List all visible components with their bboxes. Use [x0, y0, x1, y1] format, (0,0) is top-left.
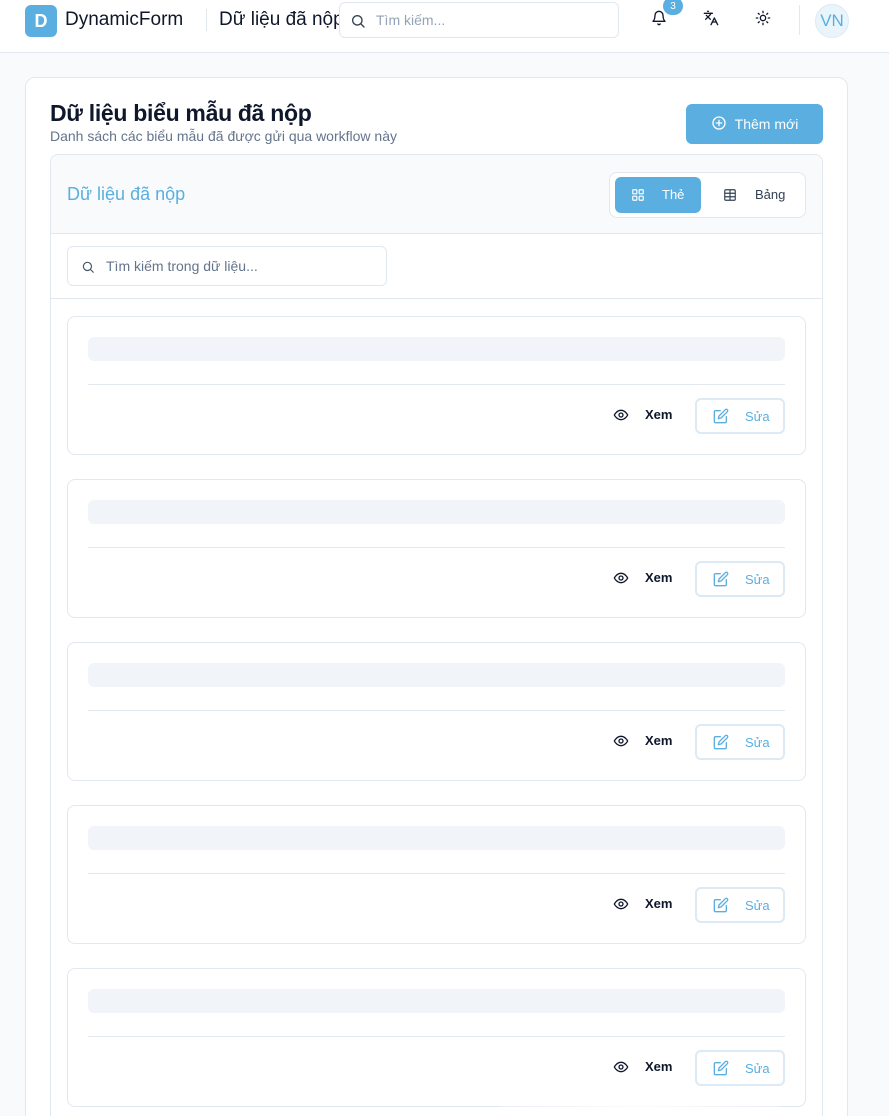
bell-icon	[651, 10, 667, 31]
submission-card: Xem Sửa	[67, 479, 806, 618]
view-button[interactable]: Xem	[603, 398, 683, 432]
edit-icon	[713, 1060, 729, 1079]
view-label: Xem	[645, 570, 673, 585]
edit-button[interactable]: Sửa	[695, 887, 785, 923]
view-label: Xem	[645, 896, 673, 911]
theme-toggle-button[interactable]	[746, 3, 780, 37]
edit-icon	[713, 408, 729, 427]
edit-button[interactable]: Sửa	[695, 561, 785, 597]
page-heading: Dữ liệu đã nộp	[219, 9, 344, 30]
search-row	[51, 234, 822, 299]
search-icon	[350, 13, 366, 34]
edit-label: Sửa	[745, 735, 770, 750]
view-label: Xem	[645, 407, 673, 422]
table-icon	[723, 188, 737, 205]
skeleton-line	[88, 989, 785, 1013]
card-divider	[88, 1036, 785, 1037]
submissions-panel: Dữ liệu đã nộp Thẻ Bảng Tìm kiếm trong d…	[50, 154, 823, 1116]
view-button[interactable]: Xem	[603, 724, 683, 758]
edit-label: Sửa	[745, 572, 770, 587]
grid-icon	[631, 188, 645, 205]
edit-label: Sửa	[745, 409, 770, 424]
skeleton-line	[88, 337, 785, 361]
edit-icon	[713, 734, 729, 753]
eye-icon	[613, 733, 629, 752]
edit-button[interactable]: Sửa	[695, 1050, 785, 1086]
edit-label: Sửa	[745, 898, 770, 913]
card-view-button[interactable]: Thẻ	[615, 177, 701, 213]
global-search-input[interactable]	[376, 3, 612, 37]
submission-card: Xem Sửa	[67, 642, 806, 781]
notification-badge: 3	[663, 0, 683, 15]
avatar[interactable]: VN	[815, 4, 849, 38]
skeleton-line	[88, 500, 785, 524]
eye-icon	[613, 896, 629, 915]
top-bar: D DynamicForm Dữ liệu đã nộp 3 VN	[0, 0, 889, 53]
submission-card: Xem Sửa	[67, 968, 806, 1107]
data-search[interactable]	[67, 246, 387, 286]
page-subtitle: Danh sách các biểu mẫu đã được gửi qua w…	[50, 128, 397, 144]
view-toggle: Thẻ Bảng	[609, 172, 806, 218]
panel-title: Dữ liệu đã nộp	[67, 184, 186, 204]
view-button[interactable]: Xem	[603, 1050, 683, 1084]
table-view-button[interactable]: Bảng	[705, 177, 801, 213]
card-divider	[88, 384, 785, 385]
edit-icon	[713, 897, 729, 916]
translate-icon	[703, 10, 719, 31]
eye-icon	[613, 407, 629, 426]
search-icon	[81, 260, 95, 279]
logo[interactable]: D	[25, 5, 57, 37]
view-button[interactable]: Xem	[603, 561, 683, 595]
card-divider	[88, 873, 785, 874]
skeleton-line	[88, 826, 785, 850]
global-search[interactable]	[339, 2, 619, 38]
sun-icon	[755, 10, 771, 31]
edit-button[interactable]: Sửa	[695, 724, 785, 760]
eye-icon	[613, 570, 629, 589]
edit-icon	[713, 571, 729, 590]
divider	[206, 9, 207, 31]
page-title: Dữ liệu biểu mẫu đã nộp	[50, 100, 312, 126]
submission-card: Xem Sửa	[67, 316, 806, 455]
view-button[interactable]: Xem	[603, 887, 683, 921]
edit-button[interactable]: Sửa	[695, 398, 785, 434]
plus-circle-icon	[711, 115, 727, 134]
panel-header: Dữ liệu đã nộp Thẻ Bảng	[51, 155, 822, 234]
edit-label: Sửa	[745, 1061, 770, 1076]
add-new-label: Thêm mới	[734, 116, 799, 132]
card-view-label: Thẻ	[662, 187, 685, 202]
add-new-button[interactable]: Thêm mới	[686, 104, 823, 144]
view-label: Xem	[645, 1059, 673, 1074]
data-search-input[interactable]	[106, 247, 380, 285]
logo-letter: D	[34, 10, 48, 31]
view-label: Xem	[645, 733, 673, 748]
divider	[799, 5, 800, 35]
table-view-label: Bảng	[755, 187, 786, 202]
language-button[interactable]	[694, 3, 728, 37]
eye-icon	[613, 1059, 629, 1078]
skeleton-line	[88, 663, 785, 687]
brand-name[interactable]: DynamicForm	[65, 9, 183, 31]
card-divider	[88, 710, 785, 711]
submission-card: Xem Sửa	[67, 805, 806, 944]
card-divider	[88, 547, 785, 548]
